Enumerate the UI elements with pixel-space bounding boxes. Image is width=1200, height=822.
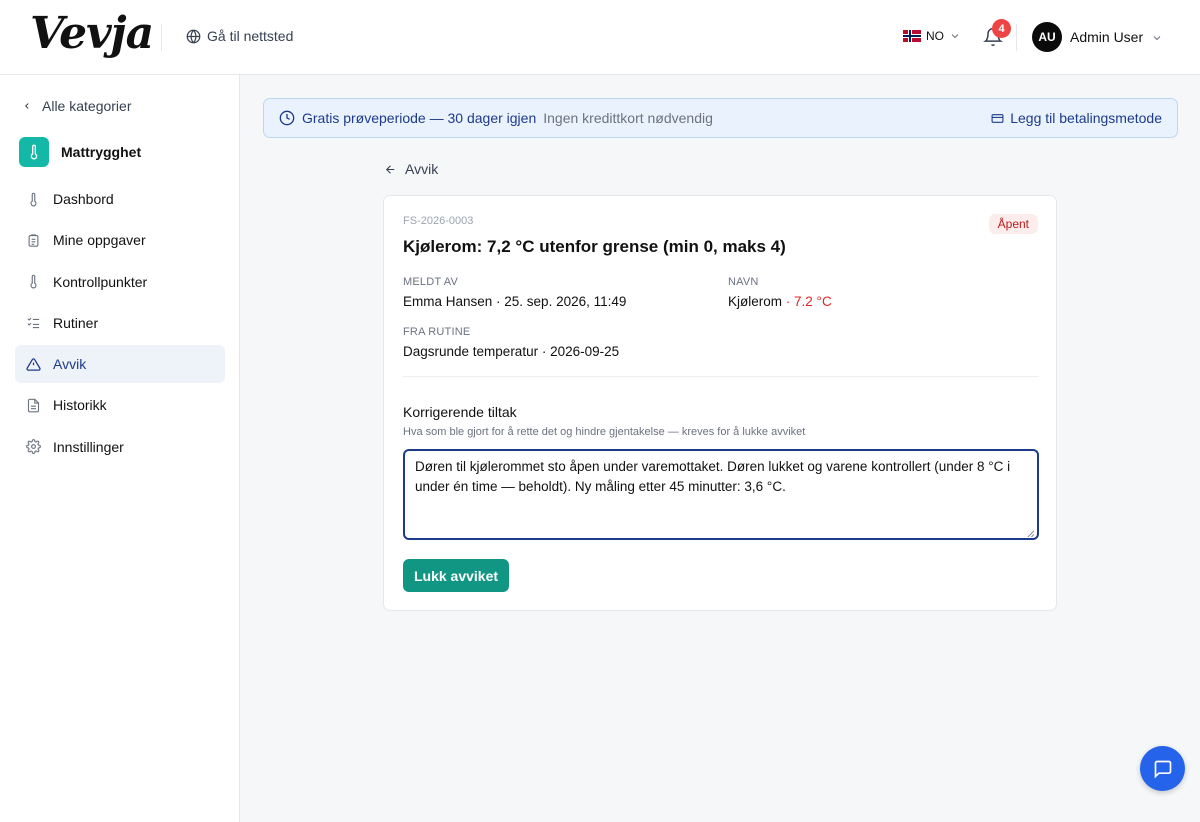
back-to-categories-label: Alle kategorier	[42, 98, 132, 114]
sidebar: Alle kategorier Mattrygghet Dashbord Min…	[0, 75, 240, 822]
language-selector[interactable]: NO	[903, 29, 961, 43]
goto-site-label: Gå til nettsted	[207, 28, 294, 44]
sidebar-item-avvik[interactable]: Avvik	[15, 345, 225, 384]
document-icon	[27, 398, 40, 413]
temperature-value: · 7.2 °C	[785, 294, 832, 309]
clipboard-icon	[28, 234, 39, 247]
category-title: Mattrygghet	[61, 144, 142, 160]
add-payment-method-label: Legg til betalingsmetode	[1010, 110, 1162, 126]
user-menu-name[interactable]: Admin User	[1070, 29, 1143, 45]
arrow-left-icon	[385, 164, 395, 174]
chat-bubble-icon	[1154, 760, 1171, 779]
notification-badge: 4	[992, 19, 1011, 38]
routine-value: Dagsrunde temperatur · 2026-09-25	[403, 344, 620, 359]
trial-banner-subtitle: Ingen kredittkort nødvendig	[543, 110, 713, 126]
back-to-categories-link[interactable]: Alle kategorier	[22, 98, 132, 114]
norway-flag-icon	[903, 30, 921, 42]
sidebar-item-label: Rutiner	[53, 314, 99, 331]
thermometer-icon	[19, 137, 49, 167]
sidebar-item-label: Dashbord	[53, 191, 114, 207]
reported-by-label: MELDT AV	[403, 276, 458, 288]
corrective-action-label: Korrigerende tiltak	[403, 404, 517, 420]
back-to-avvik-label: Avvik	[405, 161, 439, 177]
resize-handle-icon[interactable]	[1027, 530, 1034, 537]
globe-icon	[186, 29, 201, 43]
corrective-action-help: Hva som ble gjort for å rette det og hin…	[403, 426, 806, 438]
chevron-down-icon[interactable]	[1151, 32, 1163, 44]
corrective-action-input[interactable]: Døren til kjølerommet sto åpen under var…	[403, 449, 1039, 540]
thermometer-icon	[30, 192, 37, 206]
sidebar-item-historikk[interactable]: Historikk	[15, 386, 225, 424]
trial-banner-title: Gratis prøveperiode — 30 dager igjen	[302, 110, 537, 126]
sidebar-item-kontrollpunkter[interactable]: Kontrollpunkter	[15, 263, 225, 301]
status-badge: Åpent	[988, 214, 1038, 234]
gear-icon	[26, 439, 41, 455]
chevron-down-icon	[951, 34, 959, 39]
sidebar-item-rutiner[interactable]: Rutiner	[15, 304, 225, 342]
sidebar-item-label: Avvik	[53, 356, 87, 373]
warning-icon	[26, 357, 41, 371]
top-header: Vevja Gå til nettsted NO 4 AU Admin User	[0, 0, 1200, 75]
sidebar-item-label: Kontrollpunkter	[53, 273, 148, 290]
deviation-card: FS-2026-0003 Åpent Kjølerom: 7,2 °C uten…	[383, 195, 1057, 611]
card-divider	[403, 376, 1039, 377]
chevron-left-icon	[25, 103, 29, 109]
name-value: Kjølerom · 7.2 °C	[728, 294, 832, 309]
checklist-icon	[27, 318, 40, 329]
chat-button[interactable]	[1140, 746, 1185, 791]
language-code: NO	[926, 29, 944, 43]
sidebar-item-label: Innstillinger	[53, 438, 124, 455]
logo[interactable]: Vevja	[30, 8, 154, 59]
avatar[interactable]: AU	[1032, 22, 1062, 52]
name-label: NAVN	[728, 276, 759, 288]
deviation-title: Kjølerom: 7,2 °C utenfor grense (min 0, …	[403, 237, 786, 256]
thermometer-icon	[30, 274, 37, 289]
sidebar-item-label: Mine oppgaver	[53, 232, 146, 249]
goto-site-link[interactable]: Gå til nettsted	[186, 28, 293, 44]
trial-banner: Gratis prøveperiode — 30 dager igjen Ing…	[263, 98, 1178, 138]
header-divider	[161, 24, 162, 51]
close-deviation-button[interactable]: Lukk avviket	[403, 559, 509, 592]
add-payment-method-link[interactable]: Legg til betalingsmetode	[991, 110, 1162, 126]
header-divider	[1016, 24, 1017, 51]
sidebar-item-label: Historikk	[53, 397, 107, 414]
checkpoint-name: Kjølerom	[728, 294, 783, 309]
sidebar-item-mine-oppgaver[interactable]: Mine oppgaver	[15, 221, 225, 259]
sidebar-item-innstillinger[interactable]: Innstillinger	[15, 428, 225, 466]
deviation-reference: FS-2026-0003	[403, 215, 474, 227]
clock-icon	[279, 110, 295, 126]
sidebar-nav: Dashbord Mine oppgaver Kontrollpunkter R…	[15, 180, 225, 469]
sidebar-item-dashbord[interactable]: Dashbord	[15, 180, 225, 218]
routine-label: FRA RUTINE	[403, 326, 471, 338]
back-to-avvik-link[interactable]: Avvik	[384, 161, 438, 177]
credit-card-icon	[991, 113, 1004, 123]
category-header: Mattrygghet	[19, 137, 141, 167]
reported-by-value: Emma Hansen · 25. sep. 2026, 11:49	[403, 294, 627, 309]
